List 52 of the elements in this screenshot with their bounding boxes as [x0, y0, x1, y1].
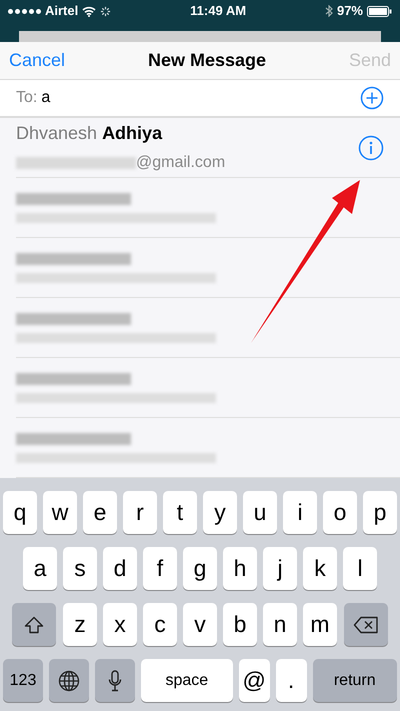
key[interactable]: u	[243, 491, 277, 534]
key[interactable]: f	[143, 547, 177, 590]
bluetooth-icon	[324, 5, 333, 17]
key[interactable]: r	[123, 491, 157, 534]
key[interactable]: w	[43, 491, 77, 534]
key[interactable]: l	[343, 547, 377, 590]
key[interactable]: .	[276, 659, 306, 702]
globe-icon[interactable]	[48, 659, 89, 702]
space-key[interactable]: space	[140, 659, 233, 702]
to-label: To:	[16, 88, 38, 108]
key[interactable]: o	[323, 491, 357, 534]
key[interactable]: b	[223, 603, 257, 646]
screen-title: New Message	[148, 48, 266, 72]
key[interactable]: @	[238, 659, 270, 702]
key[interactable]: x	[103, 603, 137, 646]
key[interactable]: i	[283, 491, 317, 534]
key[interactable]: e	[83, 491, 117, 534]
contact-row[interactable]: Dhvanesh Adhiya @gmail.com	[16, 118, 400, 178]
add-contact-icon[interactable]	[360, 86, 384, 110]
battery-icon	[367, 6, 392, 16]
key[interactable]: q	[3, 491, 37, 534]
battery-percent: 97%	[336, 2, 363, 20]
key[interactable]: d	[103, 547, 137, 590]
contact-name: Dhvanesh Adhiya	[16, 122, 164, 145]
signal-icon	[8, 8, 41, 14]
key[interactable]: k	[303, 547, 337, 590]
wifi-icon	[82, 6, 96, 16]
numbers-key[interactable]: 123	[3, 659, 43, 702]
return-key[interactable]: return	[312, 659, 397, 702]
clock-time: 11:49 AM	[190, 2, 246, 20]
delete-icon[interactable]	[344, 603, 388, 646]
key[interactable]: n	[263, 603, 297, 646]
key[interactable]: z	[63, 603, 97, 646]
key[interactable]: y	[203, 491, 237, 534]
carrier-name: Airtel	[45, 2, 78, 20]
key[interactable]: g	[183, 547, 217, 590]
key[interactable]: m	[303, 603, 337, 646]
info-icon[interactable]	[358, 134, 384, 160]
key[interactable]: p	[363, 491, 397, 534]
key[interactable]: h	[223, 547, 257, 590]
key[interactable]: j	[263, 547, 297, 590]
recipient-text: a	[41, 88, 50, 108]
key[interactable]: c	[143, 603, 177, 646]
cancel-button[interactable]: Cancel	[9, 46, 66, 74]
shift-icon[interactable]	[12, 603, 56, 646]
key[interactable]: v	[183, 603, 217, 646]
contact-email: @gmail.com	[136, 153, 226, 173]
microphone-icon[interactable]	[94, 659, 135, 702]
key[interactable]: a	[23, 547, 57, 590]
key[interactable]: s	[63, 547, 97, 590]
key[interactable]: t	[163, 491, 197, 534]
loading-spinner-icon	[100, 6, 112, 16]
